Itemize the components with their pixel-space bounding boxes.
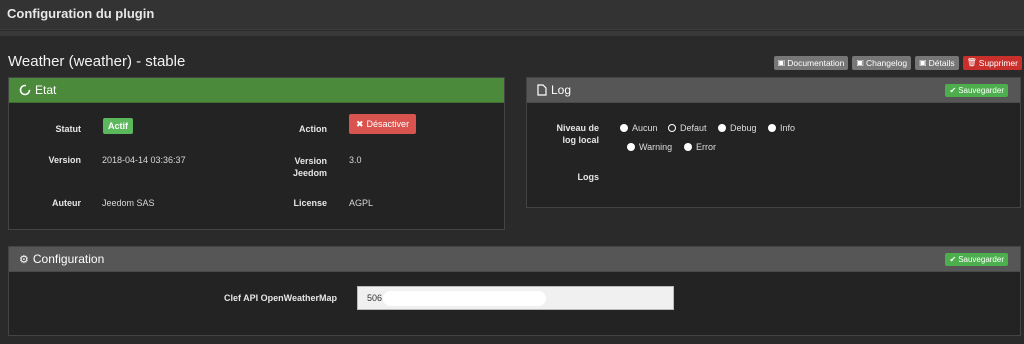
file-icon — [537, 84, 547, 96]
deactivate-button[interactable]: ✖ Désactiver — [349, 114, 417, 134]
action-label: Action — [299, 124, 327, 134]
option-label: Info — [780, 123, 796, 133]
etat-panel: Etat Statut Actif Action ✖ Désactiver Ve… — [8, 77, 505, 230]
details-button[interactable]: ▣ Détails — [915, 56, 959, 70]
auteur-value: Jeedom SAS — [102, 198, 155, 208]
cogs-icon: ⚙ — [19, 253, 29, 266]
version-jeedom-value: 3.0 — [349, 155, 362, 165]
license-label: License — [293, 198, 327, 208]
close-icon: ✖ — [356, 119, 364, 129]
log-level-label: Niveau de log local — [556, 123, 599, 145]
license-value: AGPL — [349, 198, 374, 208]
book-icon: ▣ — [919, 58, 927, 67]
radio-icon — [627, 143, 635, 151]
plugin-title: Weather (weather) - stable — [8, 53, 186, 70]
version-value: 2018-04-14 03:36:37 — [102, 155, 186, 165]
trash-icon: 🗑 — [966, 58, 977, 67]
log-option-defaut[interactable]: Defaut — [668, 123, 707, 133]
changelog-label: Changelog — [865, 58, 908, 68]
changelog-button[interactable]: ▣ Changelog — [852, 56, 912, 70]
spinner-icon — [19, 84, 31, 96]
log-save-label: Sauvegarder — [958, 86, 1004, 95]
header-band — [0, 31, 1024, 36]
etat-title: Etat — [35, 83, 57, 97]
statut-badge: Actif — [103, 118, 133, 134]
check-circle-icon: ✔ — [949, 86, 957, 95]
configuration-panel: ⚙ Configuration ✔ Sauvegarder Clef API O… — [8, 246, 1021, 336]
log-save-button[interactable]: ✔ Sauvegarder — [945, 84, 1008, 97]
statut-label: Statut — [55, 124, 82, 134]
top-bar: Configuration du plugin — [0, 0, 1024, 30]
auteur-label: Auteur — [52, 198, 81, 208]
details-label: Détails — [928, 58, 955, 68]
page-title: Configuration du plugin — [7, 6, 155, 21]
configuration-header: ⚙ Configuration ✔ Sauvegarder — [9, 247, 1020, 272]
log-option-warning[interactable]: Warning — [627, 142, 672, 152]
radio-icon — [684, 143, 692, 151]
radio-icon — [768, 124, 776, 132]
log-option-debug[interactable]: Debug — [718, 123, 757, 133]
redaction-mask — [383, 291, 546, 306]
documentation-button[interactable]: ▣ Documentation — [773, 56, 849, 70]
option-label: Debug — [730, 123, 757, 133]
option-label: Defaut — [680, 123, 707, 133]
option-label: Aucun — [632, 123, 658, 133]
delete-label: Supprimer — [978, 58, 1018, 68]
log-option-info[interactable]: Info — [768, 123, 795, 133]
configuration-title: Configuration — [32, 252, 105, 266]
radio-checked-icon — [668, 124, 676, 132]
config-save-button[interactable]: ✔ Sauvegarder — [945, 253, 1008, 266]
option-label: Error — [696, 142, 716, 152]
delete-button[interactable]: 🗑 Supprimer — [962, 56, 1022, 70]
book-icon: ▣ — [777, 58, 786, 67]
book-icon: ▣ — [856, 58, 864, 67]
config-save-label: Sauvegarder — [958, 255, 1004, 264]
log-option-aucun[interactable]: Aucun — [620, 123, 658, 133]
log-panel: Log ✔ Sauvegarder Niveau de log local Au… — [526, 77, 1021, 208]
etat-header: Etat — [9, 78, 504, 103]
log-header: Log ✔ Sauvegarder — [527, 78, 1020, 103]
logs-label: Logs — [577, 172, 600, 182]
plugin-toolbar: ▣ Documentation ▣ Changelog ▣ Détails 🗑 … — [773, 56, 1022, 70]
log-title: Log — [551, 83, 572, 97]
log-option-error[interactable]: Error — [684, 142, 716, 152]
radio-icon — [718, 124, 726, 132]
option-label: Warning — [639, 142, 673, 152]
check-circle-icon: ✔ — [949, 255, 957, 264]
documentation-label: Documentation — [787, 58, 845, 68]
deactivate-label: Désactiver — [366, 119, 410, 129]
version-label: Version — [48, 155, 81, 165]
version-jeedom-label: Version Jeedom — [292, 156, 327, 178]
radio-icon — [620, 124, 628, 132]
api-key-label: Clef API OpenWeatherMap — [223, 293, 337, 303]
